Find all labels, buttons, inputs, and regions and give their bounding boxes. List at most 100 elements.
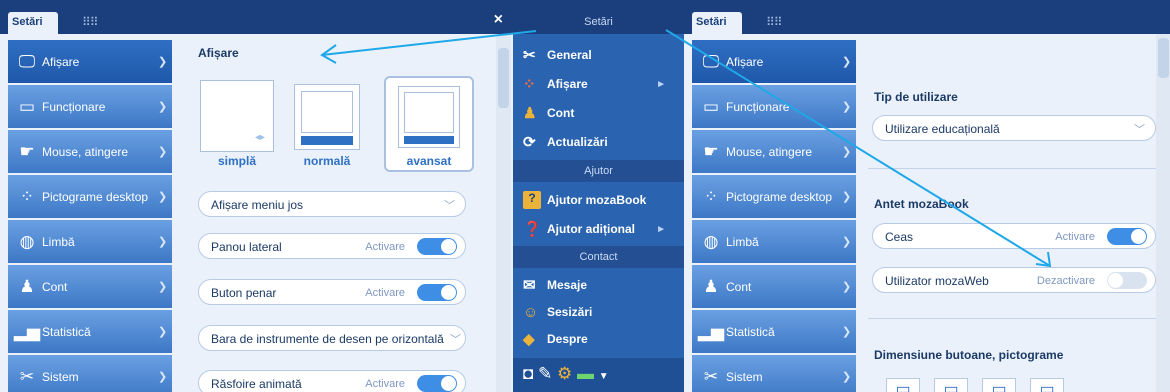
submenu-arrow-icon: ► <box>656 223 666 235</box>
menu-item-account[interactable]: ♟ Cont <box>513 99 684 127</box>
gear-icon[interactable]: ⚙ <box>557 364 572 383</box>
scrollbar[interactable] <box>1156 34 1170 392</box>
layout-label-normal: normală <box>303 154 351 168</box>
scrollbar-thumb[interactable] <box>1158 38 1169 78</box>
sidebar-item-statistics[interactable]: ▂▅ Statistică ❯ <box>692 310 856 353</box>
keyboard-icon[interactable]: ▬ <box>577 364 594 383</box>
help-header: Ajutor <box>513 160 684 182</box>
sidebar-item-language[interactable]: ◍ Limbă ❯ <box>692 220 856 263</box>
camera-icon[interactable]: ◘ <box>523 364 533 383</box>
sidebar-item-label: Pictograme desktop <box>726 189 833 204</box>
close-button[interactable]: × <box>494 12 503 28</box>
scrollbar[interactable] <box>496 34 511 392</box>
pen-button-toggle[interactable] <box>417 284 457 301</box>
mozaweb-user-toggle[interactable] <box>1107 272 1147 289</box>
sidebar-item-label: Cont <box>42 279 68 294</box>
dropdown-icon[interactable]: ▼ <box>599 371 609 382</box>
sidebar-item-label: Sistem <box>42 369 79 384</box>
sidebar-item-label: Cont <box>726 279 752 294</box>
menu-item-help[interactable]: ? Ajutor mozaBook <box>513 186 684 214</box>
sidebar-item-operation[interactable]: ▭ Funcționare ❯ <box>8 85 172 128</box>
size-option-small[interactable]: ▭ <box>886 378 920 392</box>
menu-item-about[interactable]: ◆ Despre <box>513 325 684 353</box>
usage-type-select[interactable]: Utilizare educațională ﹀ <box>872 115 1156 141</box>
menu-item-general[interactable]: ✂ General <box>513 41 684 69</box>
sidebar-item-label: Afișare <box>42 54 80 69</box>
toggle-state: Activare <box>365 241 405 253</box>
sidebar-item-label: Funcționare <box>42 99 106 114</box>
size-option-medium[interactable]: ▭ <box>934 378 968 392</box>
touch-icon: ☛ <box>703 141 719 161</box>
sidebar-item-language[interactable]: ◍ Limbă ❯ <box>8 220 172 263</box>
sidebar-item-label: Pictograme desktop <box>42 189 149 204</box>
sidebar-item-mouse[interactable]: ☛ Mouse, atingere ❯ <box>692 130 856 173</box>
sidebar-item-desktop-icons[interactable]: ⁘ Pictograme desktop ❯ <box>692 175 856 218</box>
clock-toggle[interactable] <box>1107 228 1147 245</box>
size-option-large[interactable]: ▭ <box>982 378 1016 392</box>
grid-dots-icon: ⁘ <box>19 186 35 206</box>
chevron-right-icon: ❯ <box>158 56 168 68</box>
sidebar-item-statistics[interactable]: ▂▅ Statistică ❯ <box>8 310 172 353</box>
layout-thumb-simple[interactable]: ◂▸ <box>200 80 274 152</box>
sidebar: 🖵 Afișare ❯ ▭ Funcționare ❯ ☛ Mouse, atingere… <box>684 34 860 392</box>
menu-item-label: Despre <box>547 332 588 346</box>
scrollbar-thumb[interactable] <box>498 48 509 108</box>
keyboard-icon[interactable]: ⠿⠿ <box>766 15 783 29</box>
chevron-right-icon: ❯ <box>158 146 168 158</box>
chevron-down-icon: ﹀ <box>450 334 461 346</box>
menu-item-reports[interactable]: ☺ Sesizări <box>513 298 684 326</box>
sidebar-item-label: Funcționare <box>726 99 790 114</box>
menu-item-updates[interactable]: ⟳ Actualizări <box>513 128 684 156</box>
sidebar-item-display[interactable]: 🖵 Afișare ❯ <box>692 40 856 83</box>
settings-window-right: Setări ⠿⠿ 🖵 Afișare ❯ ▭ Funcționare ❯ ☛ Mouse… <box>684 0 1170 392</box>
side-panel-toggle[interactable] <box>417 238 457 255</box>
side-panel-row: Panou lateral Activare <box>198 233 466 259</box>
sidebar-item-mouse[interactable]: ☛ Mouse, atingere ❯ <box>8 130 172 173</box>
chevron-right-icon: ❯ <box>158 371 168 383</box>
menu-item-label: Mesaje <box>547 278 588 292</box>
sidebar-item-operation[interactable]: ▭ Funcționare ❯ <box>692 85 856 128</box>
chevron-down-icon: ﹀ <box>444 200 455 212</box>
menu-item-label: Ajutor mozaBook <box>547 193 647 207</box>
title-bar: Setări ⠿⠿ × <box>0 0 513 34</box>
bars-icon: ▂▅ <box>13 321 41 341</box>
toggle-label: Ceas <box>885 230 914 244</box>
sidebar-item-desktop-icons[interactable]: ⁘ Pictograme desktop ❯ <box>8 175 172 218</box>
drawing-toolbar-select[interactable]: Bara de instrumente de desen pe orizonta… <box>198 325 466 351</box>
sidebar-item-system[interactable]: ✂ Sistem ❯ <box>692 355 856 392</box>
sidebar-item-account[interactable]: ♟ Cont ❯ <box>692 265 856 308</box>
monitor-icon: 🖵 <box>702 51 720 71</box>
layout-thumb-normal[interactable] <box>294 84 360 150</box>
chevron-right-icon: ❯ <box>158 236 168 248</box>
touch-icon: ☛ <box>19 141 35 161</box>
toggle-label: Răsfoire animată <box>211 377 302 391</box>
usage-type-label: Tip de utilizare <box>874 90 958 104</box>
select-value: Afișare meniu jos <box>211 198 304 212</box>
chevron-right-icon: ❯ <box>842 56 852 68</box>
bars-icon: ▂▅ <box>697 321 725 341</box>
menu-item-display[interactable]: ⁘ Afișare ► <box>513 70 684 98</box>
tab-settings[interactable]: Setări <box>8 12 58 34</box>
chevron-right-icon: ❯ <box>842 101 852 113</box>
menu-position-select[interactable]: Afișare meniu jos ﹀ <box>198 191 466 217</box>
title-bar: Setări ⠿⠿ <box>684 0 1170 34</box>
monitor-icon: 🖵 <box>18 51 36 71</box>
button-size-options: ▭ ▭ ▭ ▭ <box>886 378 1078 392</box>
select-value: Utilizare educațională <box>885 122 1000 136</box>
size-option-xlarge[interactable]: ▭ <box>1030 378 1064 392</box>
animated-browse-toggle[interactable] <box>417 375 457 392</box>
sidebar-item-display[interactable]: 🖵 Afișare ❯ <box>8 40 172 83</box>
menu-item-messages[interactable]: ✉ Mesaje <box>513 271 684 299</box>
chevron-right-icon: ❯ <box>158 101 168 113</box>
keyboard-icon[interactable]: ⠿⠿ <box>82 15 99 29</box>
sidebar-item-system[interactable]: ✂ Sistem ❯ <box>8 355 172 392</box>
tab-settings[interactable]: Setări <box>692 12 742 34</box>
buttons-size-label: Dimensiune butoane, pictograme <box>874 348 1064 362</box>
menu-title: Setări <box>513 0 684 34</box>
sidebar-item-label: Afișare <box>726 54 764 69</box>
toggle-state: Activare <box>1055 231 1095 243</box>
sidebar-item-account[interactable]: ♟ Cont ❯ <box>8 265 172 308</box>
user-icon: ♟ <box>703 276 719 296</box>
pen-icon[interactable]: ✎ <box>538 364 552 383</box>
menu-item-extra-help[interactable]: ❓ Ajutor adițional ► <box>513 215 684 243</box>
